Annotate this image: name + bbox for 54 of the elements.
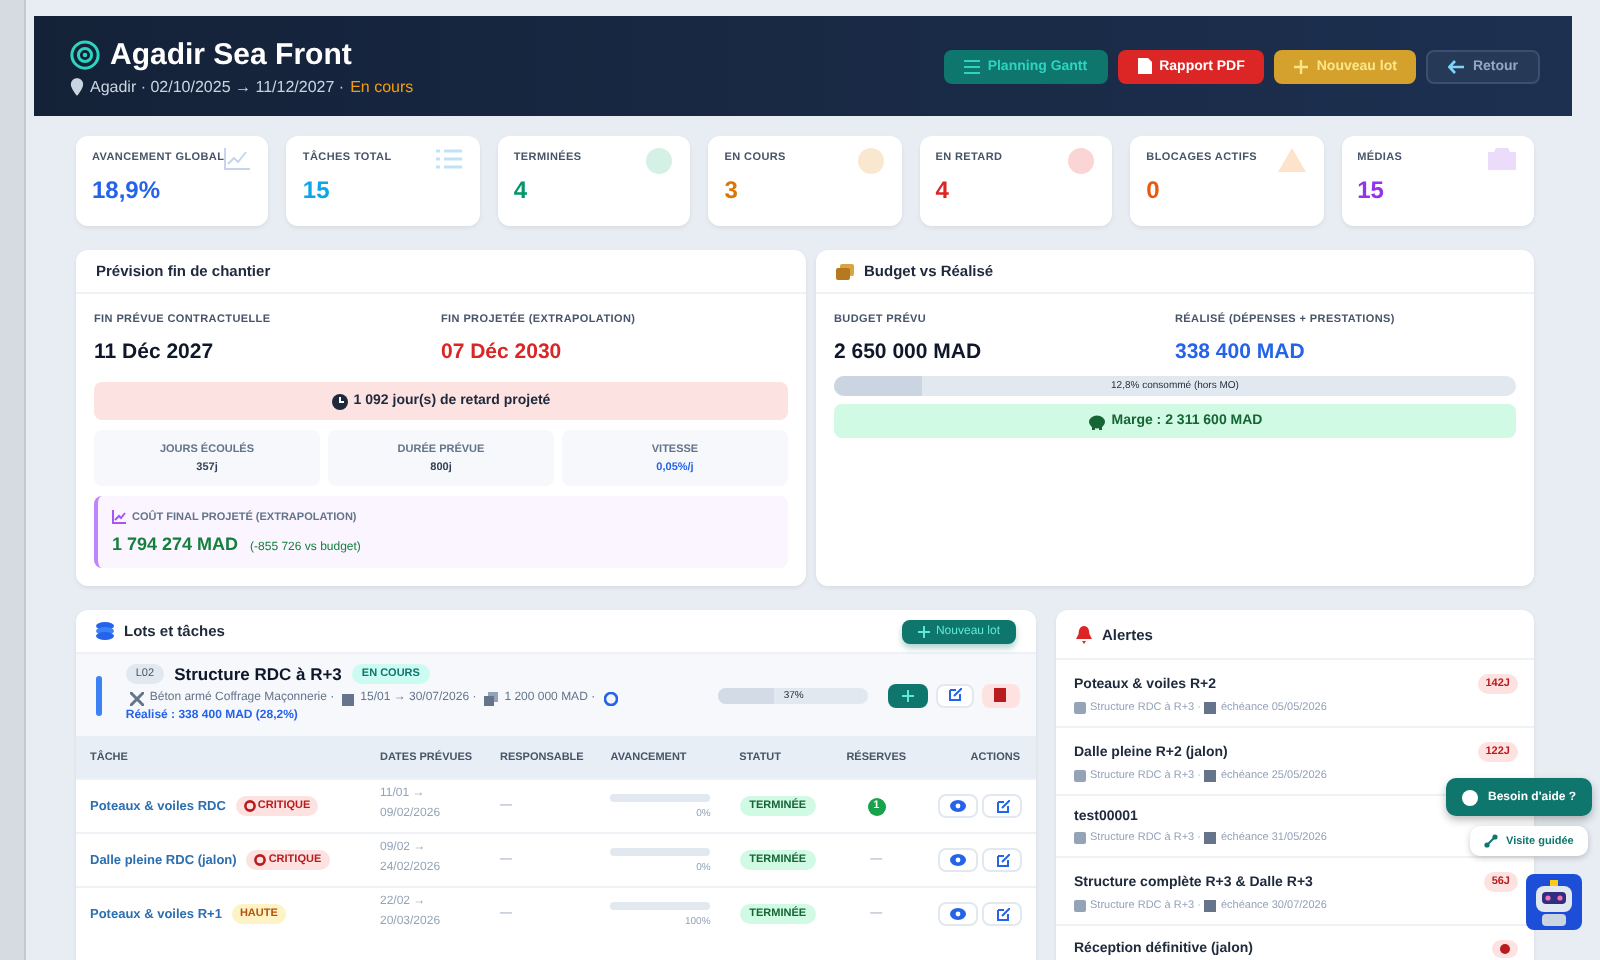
- location-pin-icon: [70, 77, 84, 95]
- file-icon: [1137, 58, 1152, 74]
- budget-value: 2 650 000 MAD: [834, 340, 984, 364]
- cost-value: 1 794 274 MAD: [112, 534, 239, 554]
- stat-value: 4: [935, 176, 951, 204]
- edit-button[interactable]: [982, 848, 1022, 872]
- lot-name: Structure RDC à R+3: [174, 664, 342, 684]
- stat-value: 15: [1357, 176, 1386, 204]
- target-icon: [70, 39, 100, 69]
- chart-line-icon: [224, 148, 251, 170]
- add-task-button[interactable]: [888, 683, 927, 707]
- plus-icon: [901, 689, 914, 701]
- actual-value: 338 400 MAD: [1175, 340, 1307, 364]
- edit-icon: [995, 907, 1009, 921]
- camera-icon: [1488, 148, 1516, 170]
- trash-icon: [994, 688, 1007, 702]
- edit-button[interactable]: [935, 683, 974, 707]
- robot-assistant-icon[interactable]: [1526, 874, 1582, 930]
- checklist-icon: [435, 148, 462, 170]
- edit-icon: [947, 688, 962, 702]
- arrow-left-icon: [1448, 59, 1465, 73]
- coins-icon: [836, 263, 854, 279]
- contract-end-date: 11 Déc 2027: [94, 340, 216, 364]
- warning-icon: [1277, 148, 1306, 172]
- eye-icon: [950, 908, 966, 920]
- alert-circle-icon: [254, 854, 267, 866]
- delete-button[interactable]: [981, 683, 1020, 707]
- view-button[interactable]: [938, 902, 978, 926]
- list-icon: [963, 59, 980, 73]
- eye-icon: [950, 800, 966, 812]
- dot-icon: [1500, 944, 1510, 954]
- stat-value: 18,9%: [92, 176, 163, 204]
- view-button[interactable]: [938, 848, 978, 872]
- stat-value: 0: [1146, 176, 1162, 204]
- eye-icon: [950, 854, 966, 866]
- bell-icon: [1076, 625, 1092, 643]
- edit-button[interactable]: [982, 902, 1022, 926]
- project-title: Agadir Sea Front: [110, 37, 352, 71]
- project-dates: Agadir · 02/10/2025 → 11/12/2027 ·: [90, 77, 345, 95]
- edit-icon: [995, 799, 1009, 813]
- edit-button[interactable]: [982, 794, 1022, 818]
- plus-icon: [1294, 59, 1309, 73]
- project-status: En cours: [350, 77, 414, 95]
- documents-icon: [484, 692, 499, 706]
- plus-icon: [917, 625, 930, 637]
- stat-value: 4: [513, 176, 530, 204]
- stat-value: 15: [302, 176, 332, 204]
- view-button[interactable]: [938, 794, 978, 818]
- chart-line-icon: [112, 510, 126, 524]
- projected-end-date: 07 Déc 2030: [441, 340, 564, 364]
- route-icon: [1484, 834, 1498, 848]
- stat-value: 3: [724, 176, 740, 204]
- alert-circle-icon: [243, 800, 256, 812]
- edit-icon: [995, 853, 1009, 867]
